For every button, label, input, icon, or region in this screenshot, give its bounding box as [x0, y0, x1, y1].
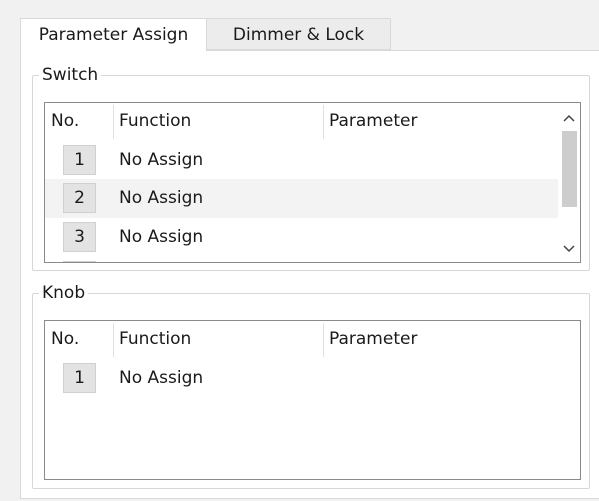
table-row-partial	[45, 257, 558, 262]
header-parameter: Parameter	[329, 329, 418, 349]
row-number-button[interactable]: 1	[63, 145, 96, 175]
switch-list[interactable]: No. Function Parameter 1 No Assign 2 No …	[44, 102, 581, 263]
header-no: No.	[51, 111, 80, 131]
table-row[interactable]: 1 No Assign	[45, 141, 558, 180]
row-number-button-partial	[63, 261, 96, 262]
switch-group: Switch No. Function Parameter 1 No Assig…	[32, 64, 590, 271]
chevron-up-icon[interactable]	[558, 107, 580, 129]
knob-list[interactable]: No. Function Parameter 1 No Assign	[44, 320, 581, 480]
column-separator	[113, 323, 114, 357]
row-number-button[interactable]: 1	[63, 363, 96, 393]
knob-group: Knob No. Function Parameter 1 No Assign	[32, 282, 590, 489]
chevron-down-icon[interactable]	[558, 238, 580, 260]
table-row[interactable]: 2 No Assign	[45, 179, 558, 218]
row-function: No Assign	[119, 150, 204, 170]
row-function: No Assign	[119, 188, 204, 208]
knob-group-title: Knob	[39, 282, 89, 304]
switch-group-title: Switch	[39, 64, 102, 86]
header-function: Function	[119, 329, 192, 349]
tab-dimmer-lock[interactable]: Dimmer & Lock	[207, 18, 391, 50]
knob-list-header: No. Function Parameter	[45, 321, 580, 357]
header-no: No.	[51, 329, 80, 349]
tab-panel: Switch No. Function Parameter 1 No Assig…	[20, 50, 599, 499]
header-function: Function	[119, 111, 192, 131]
table-row[interactable]: 1 No Assign	[45, 359, 580, 398]
header-parameter: Parameter	[329, 111, 418, 131]
column-separator	[323, 323, 324, 357]
row-function: No Assign	[119, 368, 204, 388]
switch-list-header: No. Function Parameter	[45, 103, 560, 139]
scrollbar-thumb[interactable]	[562, 131, 577, 207]
table-row[interactable]: 3 No Assign	[45, 218, 558, 257]
vertical-scrollbar[interactable]	[558, 103, 580, 262]
row-function: No Assign	[119, 227, 204, 247]
row-number-button[interactable]: 2	[63, 183, 96, 213]
row-number-button[interactable]: 3	[63, 222, 96, 252]
column-separator	[113, 105, 114, 139]
tab-parameter-assign[interactable]: Parameter Assign	[20, 18, 207, 51]
column-separator	[323, 105, 324, 139]
